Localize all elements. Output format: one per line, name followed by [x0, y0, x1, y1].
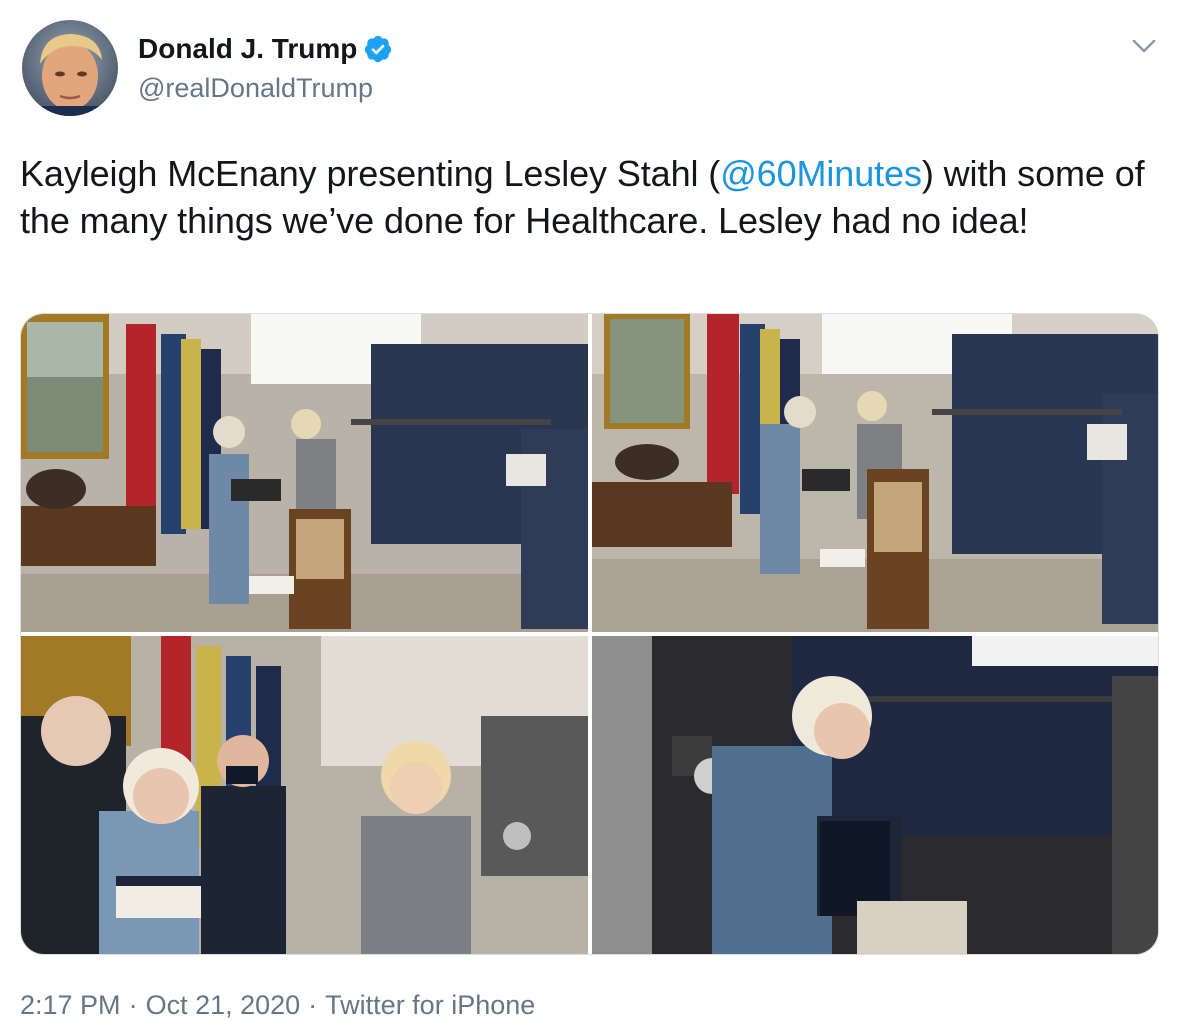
- separator-dot: ·: [128, 990, 138, 1020]
- verified-badge-icon: [363, 34, 393, 64]
- tweet-photo-2[interactable]: [592, 314, 1158, 632]
- tweet-card: Donald J. Trump @realDonaldTrump Kayleig…: [0, 0, 1184, 1036]
- tweet-text: Kayleigh McEnany presenting Lesley Stahl…: [20, 150, 1160, 244]
- author-name-row: Donald J. Trump: [138, 32, 393, 66]
- tweet-photo-1[interactable]: [21, 314, 588, 632]
- avatar[interactable]: [22, 20, 118, 116]
- author-handle[interactable]: @realDonaldTrump: [138, 72, 373, 104]
- tweet-photo-4[interactable]: [592, 636, 1158, 954]
- separator-dot: ·: [308, 990, 318, 1020]
- tweet-photo-3[interactable]: [21, 636, 588, 954]
- photo-grid: [20, 313, 1159, 955]
- tweet-metadata: 2:17 PM · Oct 21, 2020 · Twitter for iPhone: [20, 985, 535, 1025]
- chevron-down-icon[interactable]: [1128, 30, 1160, 62]
- display-name[interactable]: Donald J. Trump: [138, 32, 357, 66]
- tweet-time[interactable]: 2:17 PM: [20, 990, 121, 1020]
- mention-link[interactable]: @60Minutes: [720, 153, 922, 194]
- tweet-source[interactable]: Twitter for iPhone: [325, 990, 535, 1020]
- tweet-text-part: Kayleigh McEnany presenting Lesley Stahl…: [20, 153, 721, 194]
- avatar-image: [22, 20, 118, 116]
- tweet-date[interactable]: Oct 21, 2020: [146, 990, 301, 1020]
